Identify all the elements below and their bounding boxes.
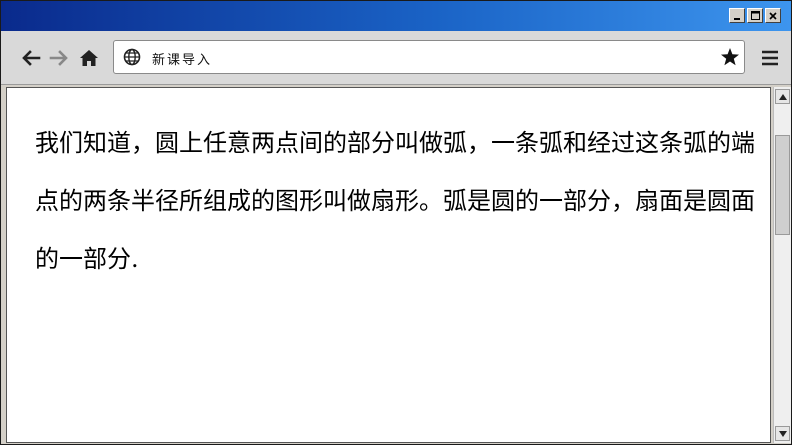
close-button[interactable]	[765, 8, 781, 23]
star-icon[interactable]	[720, 47, 740, 67]
menu-button[interactable]	[759, 47, 781, 69]
home-icon	[80, 50, 98, 66]
vertical-scrollbar[interactable]	[773, 87, 791, 443]
scroll-up-button[interactable]	[775, 89, 790, 104]
scroll-thumb[interactable]	[775, 135, 790, 235]
maximize-icon	[750, 11, 760, 20]
browser-window: 新课导入 我们知道，圆上任意两点间的部分叫做弧，一条弧和经过这条弧的端点的两条半…	[0, 0, 792, 445]
arrow-down-icon	[778, 430, 787, 437]
page-content: 我们知道，圆上任意两点间的部分叫做弧，一条弧和经过这条弧的端点的两条半径所组成的…	[6, 87, 771, 443]
lesson-paragraph: 我们知道，圆上任意两点间的部分叫做弧，一条弧和经过这条弧的端点的两条半径所组成的…	[35, 129, 755, 273]
maximize-button[interactable]	[747, 8, 763, 23]
back-button[interactable]	[20, 47, 42, 69]
minimize-button[interactable]	[729, 8, 745, 23]
address-bar[interactable]: 新课导入	[113, 40, 745, 74]
address-text: 新课导入	[152, 53, 213, 68]
arrow-up-icon	[778, 93, 787, 100]
title-bar[interactable]	[1, 1, 791, 31]
forward-button[interactable]	[48, 47, 70, 69]
hamburger-icon	[762, 50, 778, 66]
window-controls	[729, 8, 781, 23]
arrow-right-icon	[49, 50, 68, 66]
scroll-down-button[interactable]	[775, 426, 790, 441]
close-icon	[769, 11, 777, 20]
browser-toolbar: 新课导入	[1, 31, 791, 85]
minimize-icon	[734, 17, 740, 20]
arrow-left-icon	[22, 50, 41, 66]
home-button[interactable]	[78, 47, 100, 69]
globe-icon	[123, 48, 141, 66]
